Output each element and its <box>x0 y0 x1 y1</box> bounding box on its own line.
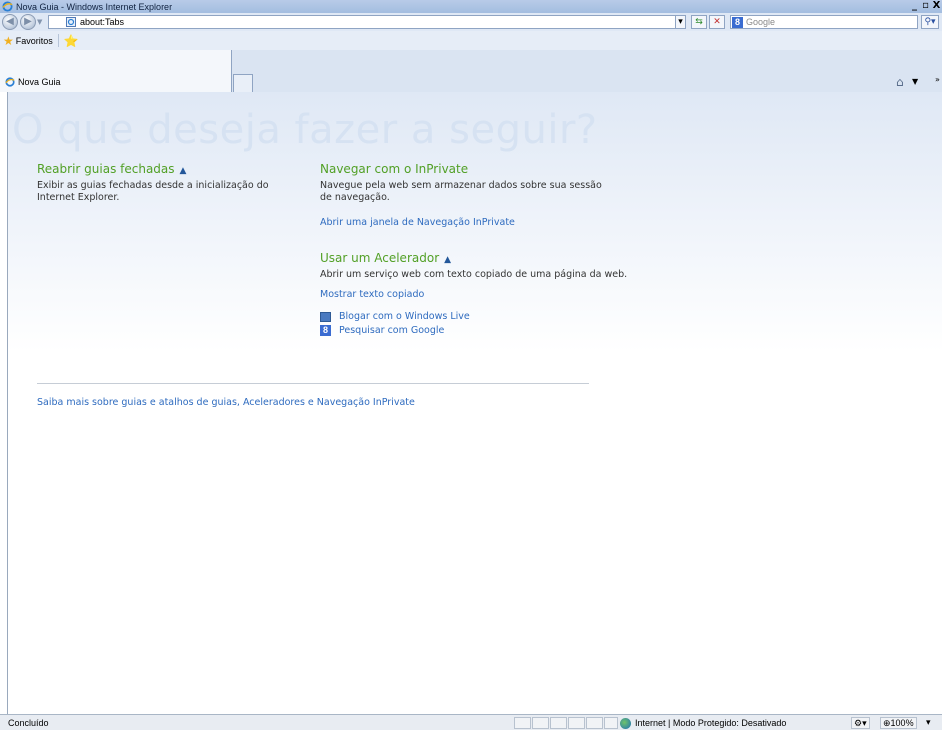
accelerator-google-item[interactable]: 8 Pesquisar com Google <box>320 325 444 336</box>
reopen-closed-tabs-title[interactable]: Reabrir guias fechadas ▲ <box>37 162 186 176</box>
forward-arrow-icon: ▶ <box>24 16 32 27</box>
inprivate-title: Navegar com o InPrivate <box>320 162 469 176</box>
status-pane <box>604 717 618 729</box>
show-copied-text-link[interactable]: Mostrar texto copiado <box>320 289 424 300</box>
learn-more-link[interactable]: Saiba mais sobre guias e atalhos de guia… <box>37 397 415 408</box>
zoom-button[interactable]: ⊕100% <box>880 717 917 729</box>
accelerator-title[interactable]: Usar um Acelerador ▲ <box>320 251 451 265</box>
title-bar: Nova Guia - Windows Internet Explorer _ … <box>0 0 942 13</box>
section-title-text: Usar um Acelerador <box>320 251 440 265</box>
home-icon[interactable]: ⌂ <box>896 75 904 89</box>
dropdown-icon: ▾ <box>862 718 867 728</box>
accelerator-label: Pesquisar com Google <box>339 325 445 336</box>
chevron-up-icon[interactable]: ▲ <box>180 166 187 176</box>
favorites-button[interactable]: Favoritos <box>16 36 53 46</box>
tab-bar: Nova Guia ⌂ ▼ » <box>0 50 942 92</box>
accelerator-blog-item[interactable]: Blogar com o Windows Live <box>320 311 470 322</box>
favorites-star-icon[interactable]: ★ <box>3 34 14 48</box>
status-pane <box>532 717 549 729</box>
inprivate-description: Navegue pela web sem armazenar dados sob… <box>320 180 602 203</box>
search-box[interactable]: 8 Google <box>730 15 918 29</box>
zone-text: Internet | Modo Protegido: Desativado <box>635 718 787 728</box>
page-content: O que deseja fazer a seguir? Reabrir gui… <box>7 92 942 714</box>
refresh-icon[interactable]: ⇆ <box>691 15 707 29</box>
add-to-favorites-bar-icon[interactable]: ⭐ <box>64 34 79 48</box>
globe-icon <box>620 717 631 729</box>
address-dropdown-icon[interactable]: ▾ <box>675 15 686 29</box>
toolbar-separator <box>57 34 59 47</box>
tab-nova-guia[interactable]: Nova Guia <box>0 50 232 92</box>
search-button[interactable]: ⚲▾ <box>921 15 939 29</box>
forward-button[interactable]: ▶ <box>20 14 36 30</box>
status-bar: Concluído Internet | Modo Protegido: Des… <box>0 714 942 730</box>
history-dropdown-icon[interactable]: ▼ <box>37 18 44 26</box>
windows-live-blog-icon <box>320 311 331 322</box>
page-headline: O que deseja fazer a seguir? <box>12 107 598 153</box>
status-pane <box>568 717 585 729</box>
search-input[interactable]: Google <box>746 17 775 27</box>
google-icon: 8 <box>320 325 331 336</box>
section-title-text: Reabrir guias fechadas <box>37 162 175 176</box>
stop-icon[interactable]: ✕ <box>709 15 725 29</box>
address-bar[interactable]: about:Tabs <box>48 15 686 29</box>
status-text: Concluído <box>8 718 49 728</box>
maximize-button[interactable]: ▫ <box>920 0 931 12</box>
status-pane <box>514 717 531 729</box>
reopen-description: Exibir as guias fechadas desde a inicial… <box>37 180 269 203</box>
home-dropdown-icon[interactable]: ▼ <box>912 77 918 86</box>
zoom-dropdown-icon[interactable]: ▾ <box>924 717 933 729</box>
minimize-button[interactable]: _ <box>909 0 920 12</box>
navigation-bar: ◀ ▶ ▼ about:Tabs ▾ ⇆ ✕ 8 Google ⚲▾ <box>0 13 942 31</box>
compatibility-icon[interactable]: ⚙▾ <box>851 717 870 729</box>
zoom-icon: ⊕ <box>883 718 891 728</box>
window-controls: _ ▫ X <box>909 0 942 13</box>
page-settings-icon: ⚙ <box>854 718 863 728</box>
more-tools-icon[interactable]: » <box>935 75 940 84</box>
close-button[interactable]: X <box>931 0 942 12</box>
internet-explorer-icon <box>2 1 13 12</box>
new-tab-button[interactable] <box>233 74 253 92</box>
internet-explorer-icon <box>5 77 15 87</box>
back-arrow-icon: ◀ <box>6 16 14 27</box>
page-icon <box>66 17 76 27</box>
content-divider <box>37 383 589 384</box>
status-pane <box>586 717 603 729</box>
window-title: Nova Guia - Windows Internet Explorer <box>16 1 173 12</box>
back-button[interactable]: ◀ <box>2 14 18 30</box>
google-icon: 8 <box>732 16 743 28</box>
accelerator-label: Blogar com o Windows Live <box>339 311 470 322</box>
chevron-up-icon[interactable]: ▲ <box>444 255 451 265</box>
security-zone[interactable]: Internet | Modo Protegido: Desativado <box>620 717 786 729</box>
status-pane <box>550 717 567 729</box>
address-input[interactable]: about:Tabs <box>80 17 124 27</box>
zoom-level: 100% <box>890 718 914 728</box>
favorites-bar: ★ Favoritos ⭐ <box>0 31 942 50</box>
tab-label: Nova Guia <box>18 77 61 87</box>
open-inprivate-link[interactable]: Abrir uma janela de Navegação InPrivate <box>320 217 515 228</box>
accelerator-description: Abrir um serviço web com texto copiado d… <box>320 269 628 280</box>
